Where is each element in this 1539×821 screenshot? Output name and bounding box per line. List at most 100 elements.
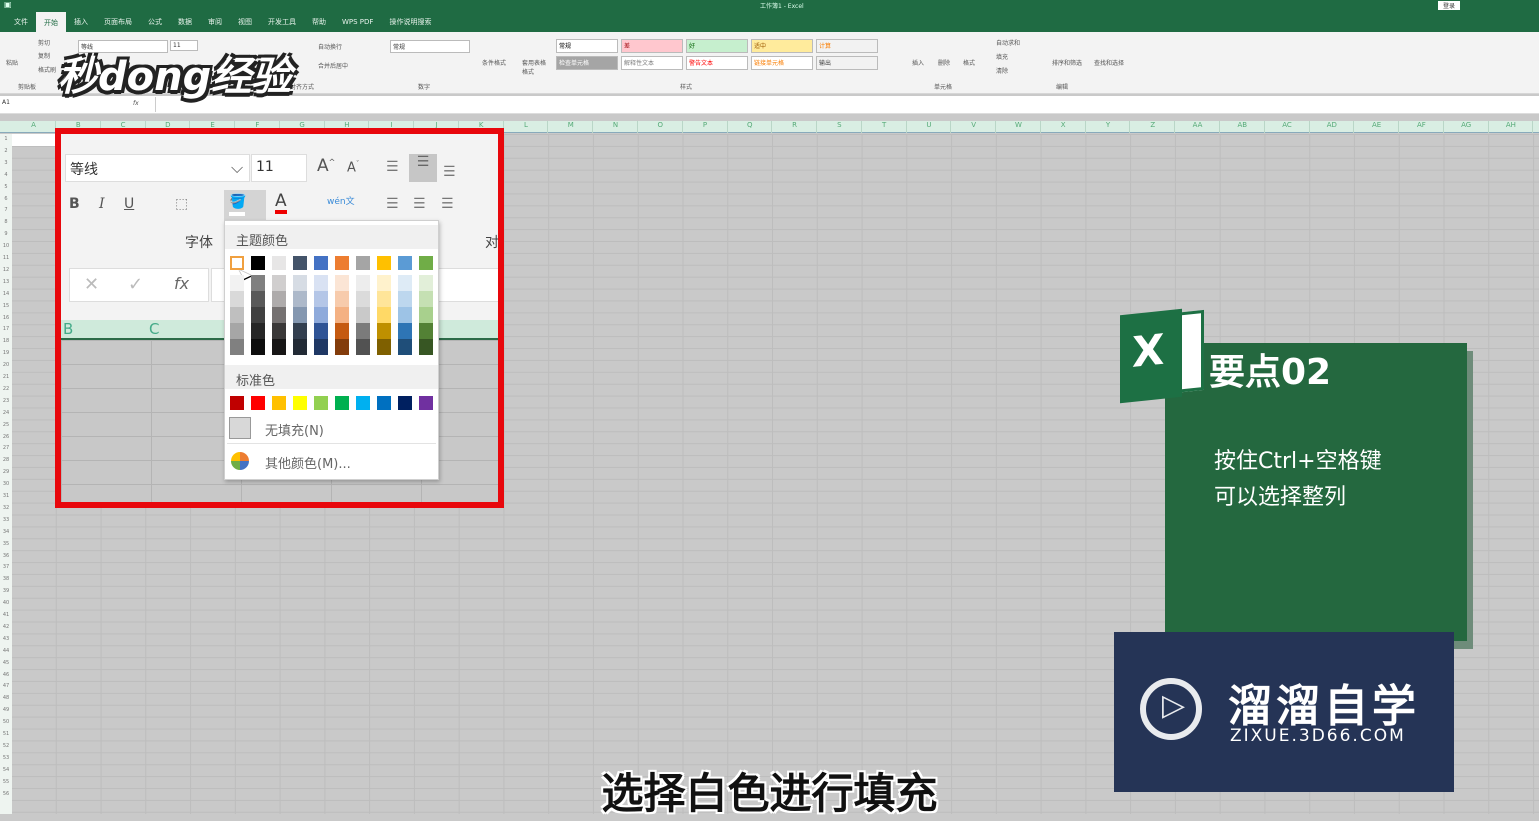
cell-style-8[interactable]: 链接单元格	[751, 56, 813, 70]
theme-shade-swatch[interactable]	[314, 291, 328, 307]
theme-shade-swatch[interactable]	[335, 339, 349, 355]
theme-color-swatch[interactable]	[251, 256, 265, 270]
theme-shade-swatch[interactable]	[230, 275, 244, 291]
column-Z[interactable]: Z	[1131, 121, 1176, 133]
row-number[interactable]: 42	[0, 624, 12, 630]
theme-color-swatch[interactable]	[272, 256, 286, 270]
find-select-button[interactable]: 查找和选择	[1094, 58, 1124, 67]
copy-button[interactable]: 复制	[38, 51, 50, 60]
theme-color-swatch[interactable]	[293, 256, 307, 270]
theme-shade-swatch[interactable]	[230, 323, 244, 339]
theme-shade-swatch[interactable]	[398, 323, 412, 339]
column-b[interactable]: B	[63, 320, 73, 338]
format-as-table-button[interactable]: 套用表格格式	[522, 58, 550, 76]
theme-shade-swatch[interactable]	[335, 323, 349, 339]
theme-shade-swatch[interactable]	[272, 291, 286, 307]
theme-shade-swatch[interactable]	[335, 291, 349, 307]
row-number[interactable]: 23	[0, 398, 12, 404]
row-number[interactable]: 50	[0, 719, 12, 725]
tab-10[interactable]: WPS PDF	[334, 15, 381, 29]
theme-shade-swatch[interactable]	[272, 323, 286, 339]
theme-shade-swatch[interactable]	[230, 339, 244, 355]
row-number[interactable]: 5	[0, 184, 12, 190]
theme-shade-swatch[interactable]	[230, 307, 244, 323]
login-button[interactable]: 登录	[1438, 1, 1461, 10]
tab-2[interactable]: 插入	[66, 14, 96, 30]
format-painter-button[interactable]: 格式刷	[38, 65, 56, 74]
cell-style-4[interactable]: 计算	[816, 39, 878, 53]
row-number[interactable]: 52	[0, 743, 12, 749]
delete-cells-button[interactable]: 删除	[938, 58, 950, 67]
row-number[interactable]: 43	[0, 636, 12, 642]
theme-shade-swatch[interactable]	[251, 323, 265, 339]
enter-icon[interactable]: ✓	[128, 274, 143, 295]
tab-9[interactable]: 帮助	[304, 14, 334, 30]
column-O[interactable]: O	[639, 121, 683, 133]
autosum-button[interactable]: 自动求和	[996, 38, 1020, 47]
row-number[interactable]: 45	[0, 660, 12, 666]
fill-button[interactable]: 填充	[996, 52, 1008, 61]
theme-color-swatch[interactable]	[230, 256, 244, 270]
column-A[interactable]: A	[12, 121, 56, 133]
theme-shade-swatch[interactable]	[272, 275, 286, 291]
underline-button[interactable]: U	[124, 196, 134, 212]
row-number[interactable]: 38	[0, 576, 12, 582]
theme-shade-swatch[interactable]	[272, 307, 286, 323]
font-size-select[interactable]: 11	[251, 154, 307, 182]
standard-color-swatch[interactable]	[251, 396, 265, 410]
theme-shade-swatch[interactable]	[251, 307, 265, 323]
standard-color-swatch[interactable]	[293, 396, 307, 410]
phonetic-icon[interactable]: wén文	[327, 194, 355, 207]
tab-0[interactable]: 文件	[6, 14, 36, 30]
cell-style-2[interactable]: 好	[686, 39, 748, 53]
row-number[interactable]: 7	[0, 207, 12, 213]
row-number[interactable]: 33	[0, 517, 12, 523]
tab-5[interactable]: 数据	[170, 14, 200, 30]
row-number[interactable]: 10	[0, 243, 12, 249]
theme-shade-swatch[interactable]	[377, 291, 391, 307]
column-S[interactable]: S	[818, 121, 862, 133]
column-T[interactable]: T	[863, 121, 907, 133]
row-number[interactable]: 6	[0, 196, 12, 202]
row-number[interactable]: 12	[0, 267, 12, 273]
bold-button[interactable]: B	[69, 196, 80, 212]
row-number[interactable]: 36	[0, 553, 12, 559]
decrease-font-icon[interactable]: Aˇ	[347, 160, 359, 175]
align-bottom-icon[interactable]: ☰	[443, 164, 456, 180]
row-number[interactable]: 3	[0, 160, 12, 166]
row-number[interactable]: 44	[0, 648, 12, 654]
standard-color-swatch[interactable]	[419, 396, 433, 410]
row-number[interactable]: 2	[0, 148, 12, 154]
fx-icon[interactable]: fx	[174, 274, 189, 293]
theme-color-swatch[interactable]	[314, 256, 328, 270]
row-number[interactable]: 14	[0, 291, 12, 297]
column-V[interactable]: V	[952, 121, 997, 133]
cell-style-3[interactable]: 适中	[751, 39, 813, 53]
row-number[interactable]: 41	[0, 612, 12, 618]
insert-cells-button[interactable]: 插入	[912, 58, 924, 67]
cell-style-1[interactable]: 差	[621, 39, 683, 53]
row-number[interactable]: 37	[0, 564, 12, 570]
theme-shade-swatch[interactable]	[335, 307, 349, 323]
row-number[interactable]: 4	[0, 172, 12, 178]
italic-button[interactable]: I	[99, 196, 105, 212]
tab-7[interactable]: 视图	[230, 14, 260, 30]
cell-style-6[interactable]: 解释性文本	[621, 56, 683, 70]
theme-shade-swatch[interactable]	[419, 323, 433, 339]
row-number[interactable]: 15	[0, 303, 12, 309]
border-icon[interactable]: ⬚	[175, 196, 188, 212]
cell-a1[interactable]	[12, 134, 56, 146]
column-AE[interactable]: AE	[1355, 121, 1400, 133]
column-M[interactable]: M	[549, 121, 594, 133]
row-number[interactable]: 11	[0, 255, 12, 261]
column-AA[interactable]: AA	[1176, 121, 1221, 133]
more-colors-option[interactable]: 其他颜色(M)...	[265, 453, 351, 472]
fill-color-button[interactable]: 🪣	[224, 190, 266, 220]
theme-shade-swatch[interactable]	[272, 339, 286, 355]
row-number[interactable]: 40	[0, 600, 12, 606]
theme-shade-swatch[interactable]	[398, 275, 412, 291]
row-number[interactable]: 20	[0, 362, 12, 368]
row-number[interactable]: 9	[0, 231, 12, 237]
align-center-icon[interactable]: ☰	[413, 196, 426, 212]
standard-color-swatch[interactable]	[272, 396, 286, 410]
